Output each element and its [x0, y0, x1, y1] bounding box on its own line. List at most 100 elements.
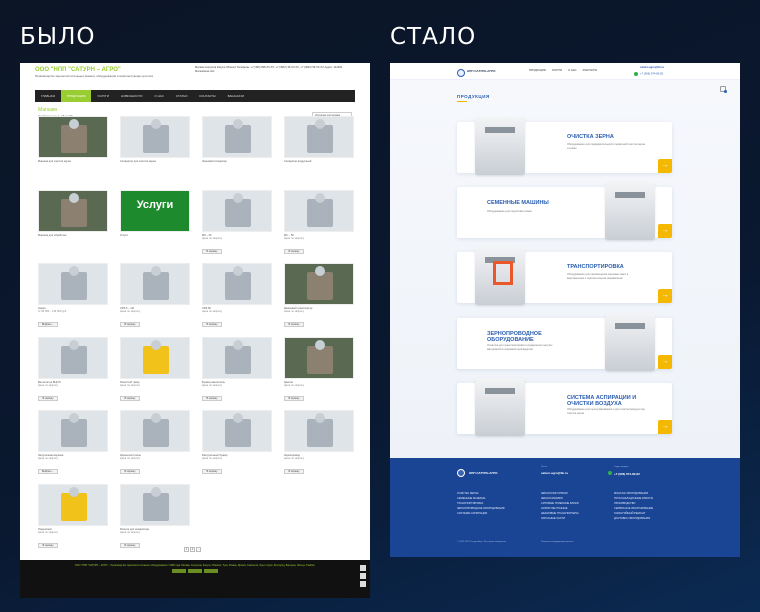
arrow-right-icon[interactable]: →: [658, 224, 672, 238]
add-to-cart-button[interactable]: В корзину: [202, 248, 222, 254]
arrow-right-icon[interactable]: →: [658, 159, 672, 173]
category-title[interactable]: Очистка зерна: [567, 134, 662, 140]
product-image[interactable]: [284, 189, 354, 232]
category-image[interactable]: [475, 378, 525, 436]
product-image[interactable]: [284, 116, 354, 158]
category-card[interactable]: Семенные машины Оборудование для подготов…: [457, 182, 672, 240]
add-to-cart-button[interactable]: В корзину: [202, 469, 222, 474]
page-link[interactable]: 1: [184, 547, 189, 552]
menu-item[interactable]: Услуги: [552, 69, 562, 72]
product-card[interactable]: Машина для очистки зерна: [38, 116, 108, 190]
footer-link[interactable]: Запасные части: [541, 517, 579, 522]
product-image[interactable]: [284, 263, 354, 305]
product-name[interactable]: Услуги: [120, 234, 190, 237]
product-image[interactable]: [38, 189, 108, 232]
product-image[interactable]: [120, 116, 190, 158]
product-image[interactable]: [284, 410, 354, 452]
counter-badge[interactable]: [188, 569, 202, 574]
product-card[interactable]: Услуги Услуги: [120, 189, 190, 264]
arrow-right-icon[interactable]: →: [658, 420, 672, 434]
product-image[interactable]: [120, 483, 190, 526]
product-name[interactable]: Машина для обработки: [38, 234, 108, 237]
nav-item[interactable]: Главная: [35, 90, 61, 102]
category-image[interactable]: [605, 182, 655, 240]
social-icon[interactable]: [360, 581, 366, 587]
add-to-cart-button[interactable]: В корзину: [38, 542, 58, 548]
add-to-cart-button[interactable]: В корзину: [284, 322, 304, 327]
product-image[interactable]: [38, 336, 108, 379]
nav-item[interactable]: О нас: [148, 90, 169, 102]
product-card[interactable]: Сепаратор для очистки зерна: [120, 116, 190, 190]
footer-phone[interactable]: +7 (906) 674-82-82: [608, 471, 640, 476]
add-to-cart-button[interactable]: Выбрать…: [38, 322, 58, 327]
category-title[interactable]: Семенные машины: [487, 200, 587, 206]
footer-link[interactable]: Доставка оборудования: [614, 517, 653, 522]
product-card[interactable]: СРЗ-5К Цена по запросу В корзину: [202, 263, 272, 337]
product-image[interactable]: [120, 263, 190, 305]
product-name[interactable]: Машина для очистки зерна: [38, 160, 108, 163]
product-card[interactable]: Машина для обработки: [38, 189, 108, 264]
add-to-cart-button[interactable]: В корзину: [202, 395, 222, 401]
product-image[interactable]: [38, 116, 108, 158]
add-to-cart-button[interactable]: В корзину: [120, 322, 140, 327]
category-title[interactable]: Зернопроводное оборудование: [487, 331, 587, 344]
category-title[interactable]: Система аспирации и очистки воздуха: [567, 395, 662, 408]
add-to-cart-button[interactable]: В корзину: [120, 542, 140, 548]
add-to-cart-button[interactable]: В корзину: [38, 395, 58, 401]
product-image[interactable]: [202, 410, 272, 452]
product-image[interactable]: [120, 336, 190, 379]
footer-link[interactable]: Системы аспирации: [457, 512, 505, 517]
menu-item[interactable]: Продукция: [529, 69, 546, 72]
add-to-cart-button[interactable]: Выбрать…: [38, 469, 58, 474]
arrow-right-icon[interactable]: →: [658, 289, 672, 303]
product-image[interactable]: [38, 483, 108, 526]
add-to-cart-button[interactable]: В корзину: [120, 395, 140, 401]
arrow-right-icon[interactable]: →: [658, 355, 672, 369]
cart-icon[interactable]: [720, 86, 727, 93]
nav-item[interactable]: Новинности: [115, 90, 148, 102]
product-card[interactable]: Шнековый транспортер Цена по запросу В кор…: [284, 263, 354, 337]
nav-item[interactable]: Вакансии: [222, 90, 250, 102]
social-icon[interactable]: [360, 573, 366, 579]
counter-badge[interactable]: [172, 569, 186, 574]
footer-link[interactable]: Шнековые транспортеры: [541, 512, 579, 517]
product-card[interactable]: МЗ – 20 Цена по запросу В корзину: [202, 189, 272, 264]
category-card[interactable]: Зернопроводное оборудование Оснастка для …: [457, 313, 672, 371]
product-card[interactable]: Циклон Цена по запросу В корзину: [284, 336, 354, 411]
product-card[interactable]: Нория от 95 000 – 115 000 руб. Выбрать…: [38, 263, 108, 337]
product-card[interactable]: Зерноочиститель Цена по запросу В корзину: [120, 410, 190, 484]
add-to-cart-button[interactable]: В корзину: [284, 469, 304, 474]
category-image[interactable]: [605, 313, 655, 371]
product-card[interactable]: Ячеистый триер Цена по запросу В корзину: [120, 336, 190, 411]
product-name[interactable]: Сепаратор воздушный: [284, 160, 354, 163]
product-card[interactable]: Подшипник Цена по запросу В корзину: [38, 483, 108, 558]
add-to-cart-button[interactable]: В корзину: [202, 322, 222, 327]
nav-item[interactable]: Контакты: [193, 90, 221, 102]
new-brand[interactable]: НПП САТУРН-АГРО: [467, 69, 495, 73]
product-image[interactable]: [284, 336, 354, 379]
add-to-cart-button[interactable]: В корзину: [284, 248, 304, 254]
footer-privacy[interactable]: Политика конфиденциальности: [541, 541, 573, 543]
nav-item[interactable]: Продукция: [60, 90, 92, 102]
footer-link[interactable]: Сервисное обслуживание: [614, 507, 653, 512]
category-card[interactable]: Транспортировка Оборудование для перемеще…: [457, 247, 672, 305]
product-card[interactable]: Разгрузочный бункер Цена по запросу В корз…: [202, 410, 272, 484]
nav-item[interactable]: Статьи: [170, 90, 194, 102]
footer-logo-icon[interactable]: [457, 469, 465, 477]
product-card[interactable]: Решета для сепаратора Цена по запросу В ко…: [120, 483, 190, 558]
product-name[interactable]: Сепаратор для очистки зерна: [120, 160, 190, 163]
category-title[interactable]: Транспортировка: [567, 264, 662, 270]
new-email[interactable]: saturn-agro@bk.ru: [640, 66, 664, 69]
product-card[interactable]: Зерновой сепаратор: [202, 116, 272, 190]
page-link[interactable]: →: [196, 547, 201, 552]
product-image[interactable]: [202, 189, 272, 232]
product-card[interactable]: Сепаратор воздушный: [284, 116, 354, 190]
category-card[interactable]: Система аспирации и очистки воздуха Обору…: [457, 378, 672, 436]
new-phone[interactable]: +7 (906) 674-82-82: [634, 72, 663, 76]
product-card[interactable]: Вентилятор ВЦП-5 Цена по запросу В корзину: [38, 336, 108, 411]
product-image[interactable]: [202, 263, 272, 305]
nav-item[interactable]: Услуги: [91, 90, 115, 102]
page-link[interactable]: 2: [190, 547, 195, 552]
product-image[interactable]: [202, 336, 272, 379]
product-image[interactable]: Услуги: [120, 189, 190, 232]
